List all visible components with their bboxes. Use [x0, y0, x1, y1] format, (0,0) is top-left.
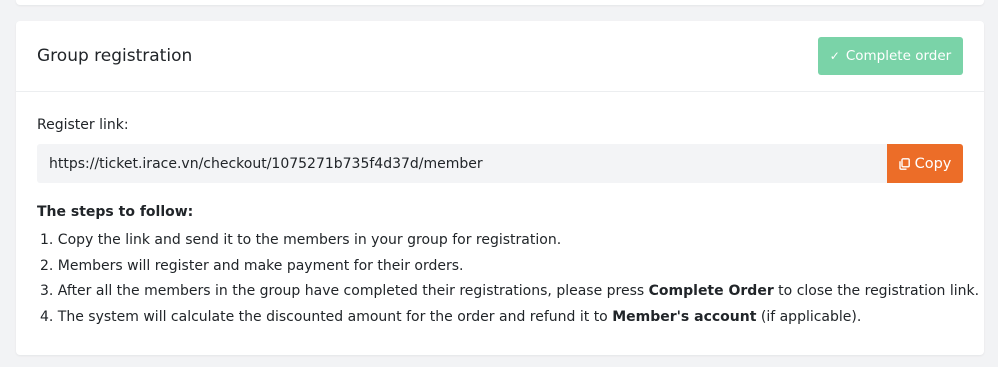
- check-icon: ✓: [829, 49, 840, 63]
- card-header: Group registration ✓ Complete order: [16, 21, 984, 92]
- card-body: Register link: Copy The steps to follow:…: [16, 92, 984, 330]
- members-account-emphasis: Member's account: [612, 308, 757, 325]
- previous-card-edge: [16, 0, 984, 5]
- card-title: Group registration: [37, 46, 193, 66]
- complete-order-button[interactable]: ✓ Complete order: [818, 37, 963, 75]
- copy-icon: [898, 157, 910, 170]
- register-link-input[interactable]: [37, 144, 887, 183]
- step-item: 2. Members will register and make paymen…: [40, 257, 464, 274]
- complete-order-emphasis: Complete Order: [648, 283, 774, 299]
- copy-button[interactable]: Copy: [887, 144, 963, 183]
- register-link-label: Register link:: [37, 117, 129, 133]
- step-item: 3. After all the members in the group ha…: [40, 283, 980, 299]
- register-link-row: Copy: [37, 144, 963, 183]
- steps-list: 1. Copy the link and send it to the memb…: [37, 228, 980, 330]
- step-item: 4. The system will calculate the discoun…: [40, 308, 862, 325]
- step-item: 1. Copy the link and send it to the memb…: [40, 232, 562, 248]
- group-registration-card: Group registration ✓ Complete order Regi…: [16, 21, 984, 355]
- copy-button-label: Copy: [914, 155, 952, 172]
- complete-order-label: Complete order: [845, 48, 952, 64]
- steps-title: The steps to follow:: [37, 204, 194, 220]
